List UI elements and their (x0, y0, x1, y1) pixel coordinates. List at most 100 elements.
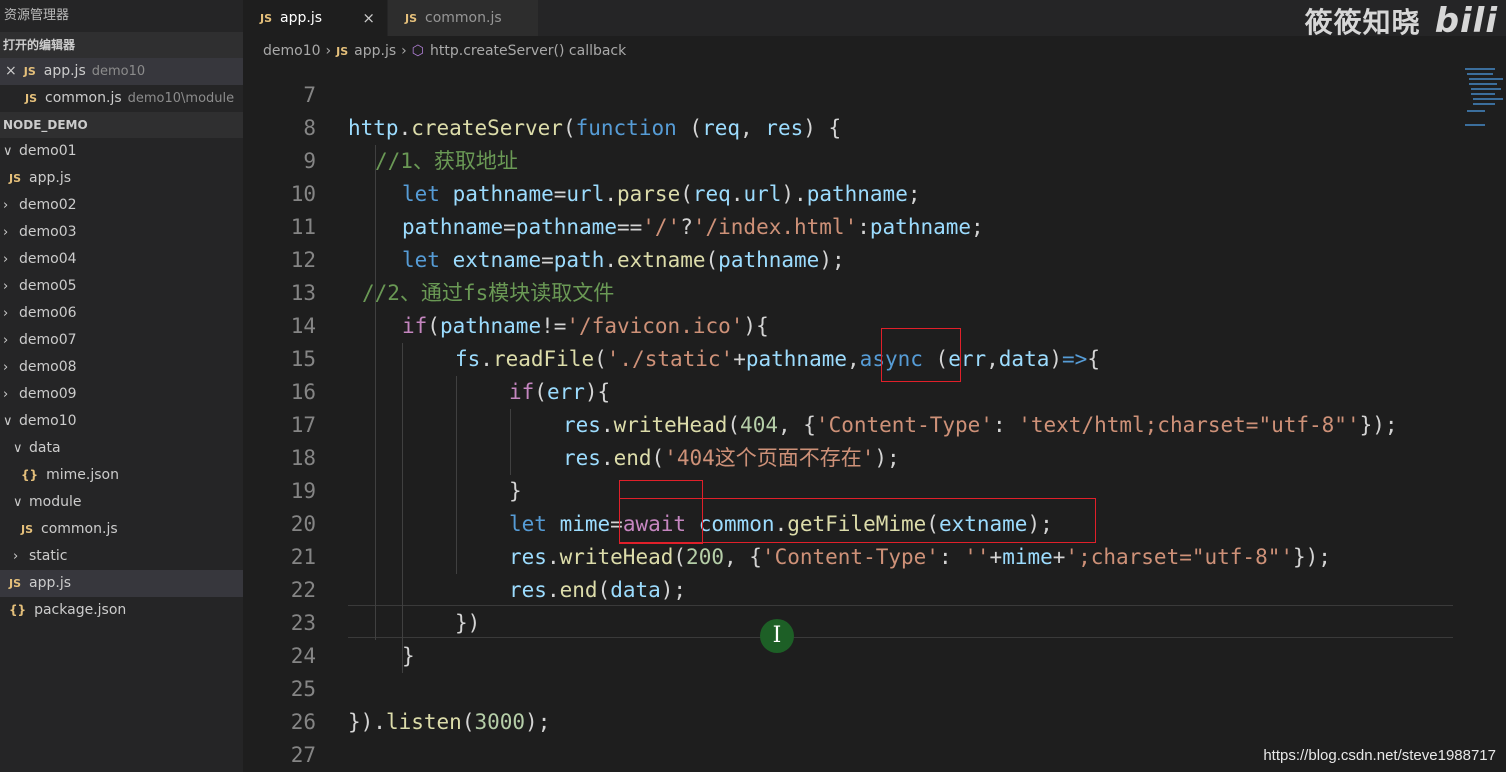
open-editor-name: app.js (43, 63, 86, 79)
code-token: pathname (806, 182, 908, 206)
indent-guide (456, 376, 457, 574)
chevron-right-icon[interactable]: › (13, 543, 25, 570)
code-editor[interactable]: 7 8 9 10 11 12 13 14 15 16 17 18 19 20 21 22 23 24 25 26 27 … (243, 66, 1506, 772)
code-line[interactable]: }) (455, 607, 480, 640)
code-line[interactable]: //2、通过fs模块读取文件 (362, 277, 614, 310)
line-number: 14 (290, 314, 316, 338)
breadcrumb-file[interactable]: app.js (354, 43, 396, 59)
code-token: '/index.html' (692, 215, 858, 239)
tree-item[interactable]: ∨ demo01 (0, 138, 243, 165)
tree-item[interactable]: › demo08 (0, 354, 243, 381)
tree-item-label: demo01 (19, 143, 77, 159)
code-token: res (765, 116, 804, 140)
code-token: '/' (642, 215, 681, 239)
js-file-icon: JS (9, 577, 22, 590)
code-line[interactable]: } (402, 640, 415, 673)
code-line[interactable]: if(pathname!='/favicon.ico'){ (402, 310, 769, 343)
symbol-method-icon: ⬡ (411, 43, 424, 59)
tree-item[interactable]: › static (0, 543, 243, 570)
code-line[interactable]: res.end(data); (509, 574, 686, 607)
tree-item[interactable]: JS common.js (0, 516, 243, 543)
code-token: pathname (515, 215, 617, 239)
chevron-right-icon[interactable]: › (3, 246, 15, 273)
chevron-right-icon: › (325, 43, 332, 59)
code-token: . (480, 347, 493, 371)
tree-item[interactable]: ∨ module (0, 489, 243, 516)
chevron-right-icon[interactable]: › (3, 327, 15, 354)
code-token: pathname (402, 215, 504, 239)
code-line[interactable]: }).listen(3000); (348, 706, 550, 739)
tree-item[interactable]: JS app.js (0, 570, 243, 597)
breadcrumb-folder[interactable]: demo10 (263, 43, 321, 59)
open-editors-header[interactable]: 打开的编辑器 (0, 32, 243, 58)
chevron-down-icon[interactable]: ∨ (13, 489, 25, 516)
tree-item[interactable]: JS app.js (0, 165, 243, 192)
code-line[interactable]: } (509, 475, 522, 508)
tree-item[interactable]: › demo05 (0, 273, 243, 300)
project-header[interactable]: NODE_DEMO (0, 112, 243, 138)
line-number: 21 (290, 545, 316, 569)
code-line[interactable]: http.createServer(function (req, res) { (348, 112, 841, 145)
chevron-right-icon[interactable]: › (3, 192, 15, 219)
code-token: function (575, 116, 677, 140)
tree-item[interactable]: {} mime.json (0, 462, 243, 489)
breadcrumb: demo10 › JS app.js › ⬡ http.createServer() cal… (243, 36, 1506, 66)
tree-item[interactable]: › demo04 (0, 246, 243, 273)
line-number: 13 (290, 281, 316, 305)
chevron-right-icon[interactable]: › (3, 300, 15, 327)
code-line[interactable]: pathname=pathname=='/'?'/index.html':pat… (402, 211, 984, 244)
code-token: , (986, 347, 999, 371)
code-line[interactable]: fs.readFile('./static'+pathname,async (e… (455, 343, 1100, 376)
chevron-down-icon[interactable]: ∨ (13, 435, 25, 462)
tab-common-js[interactable]: JS common.js (388, 0, 538, 36)
tree-item[interactable]: › demo02 (0, 192, 243, 219)
code-line[interactable]: let pathname=url.parse(req.url).pathname… (402, 178, 921, 211)
line-number: 24 (290, 644, 316, 668)
code-line[interactable]: res.writeHead(200, {'Content-Type': ''+m… (509, 541, 1331, 574)
code-line[interactable]: res.end('404这个页面不存在'); (563, 442, 900, 475)
tree-item[interactable]: › demo07 (0, 327, 243, 354)
close-icon[interactable]: × (5, 63, 17, 79)
tree-item[interactable]: {} package.json (0, 597, 243, 624)
chevron-right-icon[interactable]: › (3, 273, 15, 300)
code-line[interactable]: //1、获取地址 (375, 145, 518, 178)
code-token: } (402, 644, 415, 668)
code-line[interactable]: res.writeHead(404, {'Content-Type': 'tex… (563, 409, 1398, 442)
bilibili-logo: bili (1434, 1, 1498, 41)
code-token: err (546, 380, 585, 404)
chevron-down-icon[interactable]: ∨ (3, 138, 15, 165)
tab-app-js[interactable]: JS app.js × (243, 0, 387, 36)
code-token: : (938, 545, 965, 569)
code-line[interactable]: let extname=path.extname(pathname); (402, 244, 845, 277)
line-number: 27 (290, 743, 316, 767)
line-number: 12 (290, 248, 316, 272)
code-line[interactable]: if(err){ (509, 376, 610, 409)
code-token: mime (559, 512, 611, 536)
tree-item[interactable]: ∨ data (0, 435, 243, 462)
code-token: ; (907, 182, 921, 206)
chevron-right-icon[interactable]: › (3, 381, 15, 408)
code-token: + (989, 545, 1003, 569)
tree-item[interactable]: ∨ demo10 (0, 408, 243, 435)
chevron-down-icon[interactable]: ∨ (3, 408, 15, 435)
code-token: ){ (584, 380, 611, 404)
code-token: let (402, 248, 440, 272)
tree-item[interactable]: › demo06 (0, 300, 243, 327)
chevron-right-icon[interactable]: › (3, 354, 15, 381)
minimap[interactable] (1463, 66, 1506, 146)
open-editor-item[interactable]: × JS app.js demo10 (0, 58, 243, 85)
code-token: ( (562, 116, 576, 140)
breadcrumb-symbol[interactable]: http.createServer() callback (430, 43, 626, 59)
tree-item[interactable]: › demo03 (0, 219, 243, 246)
chevron-right-icon[interactable]: › (3, 219, 15, 246)
open-editor-path: demo10\module (127, 91, 235, 106)
close-icon[interactable]: × (362, 0, 375, 36)
code-token: , (847, 347, 860, 371)
code-token: ; (971, 215, 984, 239)
tree-item[interactable]: › demo09 (0, 381, 243, 408)
code-token: ( (676, 116, 703, 140)
open-editor-item[interactable]: JS common.js demo10\module (0, 85, 243, 112)
code-token: listen (385, 710, 462, 734)
code-token: '/favicon.ico' (566, 314, 744, 338)
